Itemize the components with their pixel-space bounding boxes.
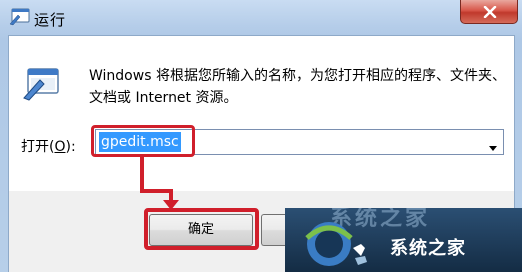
run-program-icon	[9, 8, 31, 26]
close-button[interactable]	[460, 0, 518, 24]
watermark-emblem-icon	[305, 222, 367, 266]
title-bar[interactable]: 运行	[0, 0, 522, 36]
close-icon	[483, 6, 497, 18]
watermark-text: 系统之家	[390, 238, 466, 259]
watermark-logo: 系统之家 系统之家	[285, 208, 522, 272]
ok-highlight-box	[144, 208, 259, 250]
run-dialog-window: 运行 Windows 将根据您所输入的名称，为您打开相应的程序、文件夹、文档或 …	[0, 0, 522, 272]
window-title: 运行	[34, 11, 67, 29]
